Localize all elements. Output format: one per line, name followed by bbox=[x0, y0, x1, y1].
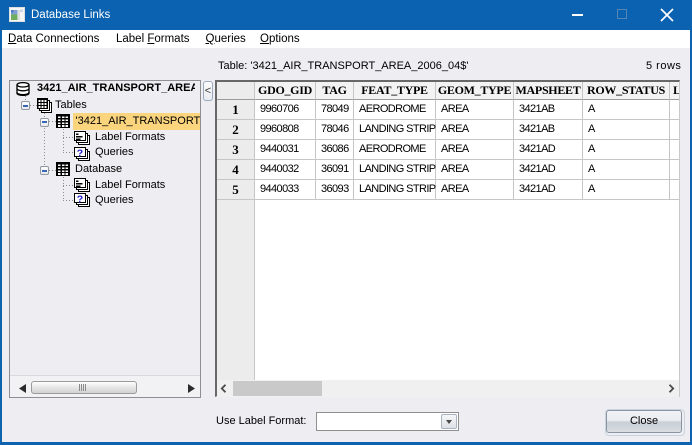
svg-text:?: ? bbox=[77, 147, 83, 159]
svg-text:?: ? bbox=[77, 193, 83, 205]
